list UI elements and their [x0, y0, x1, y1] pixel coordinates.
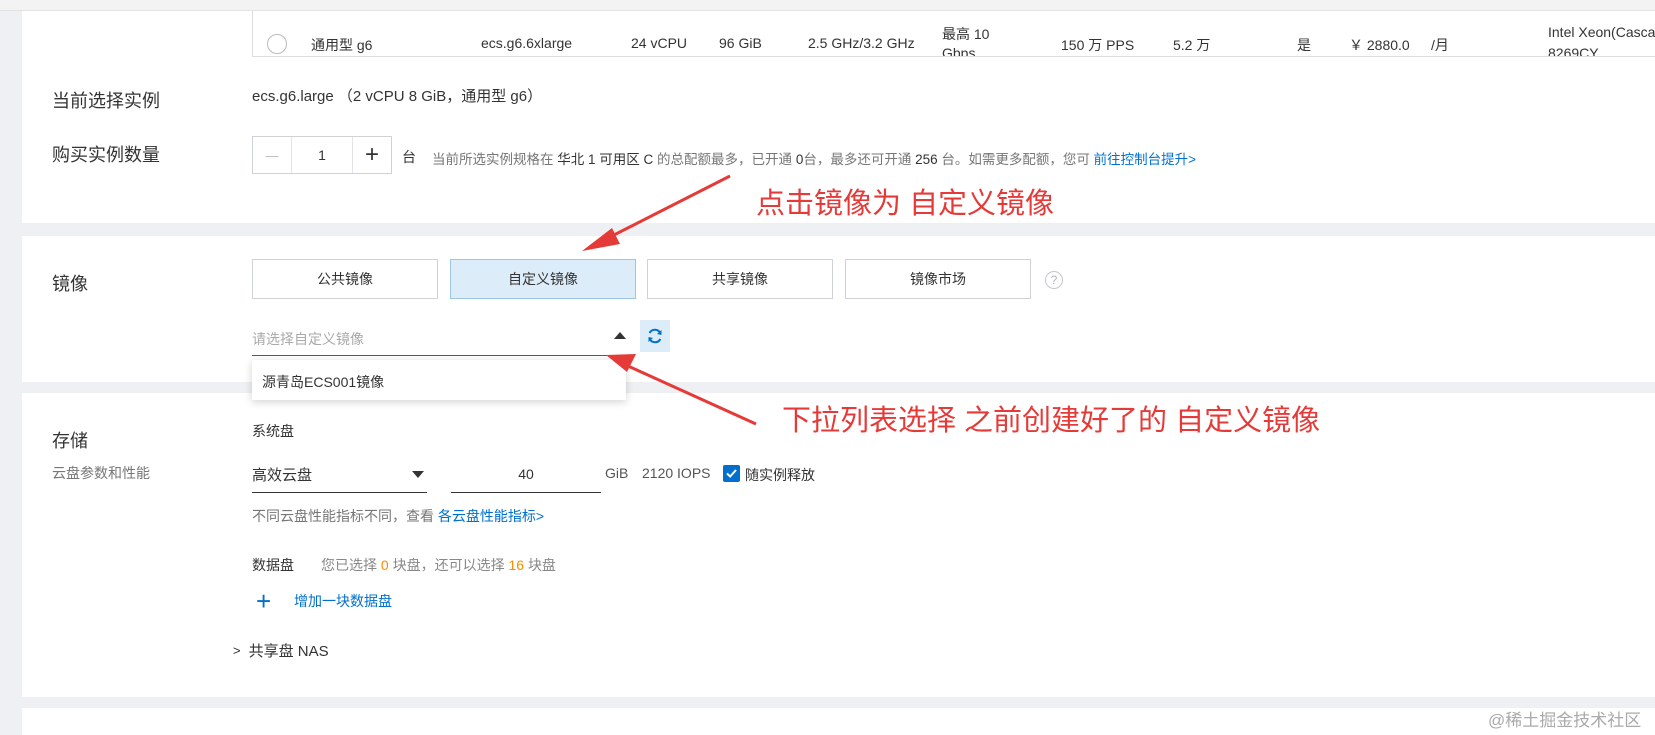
quota-note-b: 的总配额最多，已开通: [657, 152, 793, 167]
disk-type-value: 高效云盘: [252, 467, 313, 484]
cell-memory: 96 GiB: [719, 35, 762, 51]
help-icon[interactable]: ?: [1045, 271, 1063, 289]
bottom-card: [22, 708, 1655, 735]
nas-label: 共享盘 NAS: [248, 643, 329, 660]
cell-cpu-2: 8269CY: [1548, 45, 1599, 57]
data-disk-note-a: 您已选择: [321, 557, 377, 573]
cell-price-unit: /月: [1431, 37, 1449, 53]
data-disk-note: 您已选择 0 块盘，还可以选择 16 块盘: [321, 555, 556, 575]
storage-label: 存储: [52, 431, 88, 451]
add-data-disk-button[interactable]: + 增加一块数据盘: [256, 588, 392, 614]
chevron-right-icon: >: [1188, 152, 1197, 167]
disk-type-select[interactable]: 高效云盘: [252, 455, 427, 493]
release-label: 随实例释放: [745, 467, 815, 483]
quota-zone: 华北 1 可用区 C: [557, 152, 654, 167]
cell-vcpu: 24 vCPU: [631, 35, 688, 51]
quantity-input[interactable]: 1: [292, 137, 352, 173]
data-disk-note-b: 块盘，还可以选择: [392, 557, 505, 573]
release-checkbox[interactable]: [723, 465, 740, 482]
chevron-right-icon: >: [233, 643, 241, 658]
add-data-disk-label: 增加一块数据盘: [294, 593, 392, 609]
custom-image-select[interactable]: 请选择自定义镜像: [252, 318, 630, 356]
disk-perf-note: 不同云盘性能指标不同，查看 各云盘性能指标>: [252, 506, 544, 526]
quota-upgrade-link-text: 前往控制台提升: [1093, 152, 1189, 167]
caret-up-icon: [614, 332, 626, 339]
refresh-button[interactable]: [640, 320, 670, 352]
storage-sublabel: 云盘参数和性能: [52, 465, 150, 481]
cell-spec: ecs.g6.6xlarge: [481, 35, 573, 51]
nas-expander[interactable]: > 共享盘 NAS: [233, 640, 329, 661]
quota-note-c: 台，最多还可开通: [803, 152, 912, 167]
custom-image-dropdown: 源青岛ECS001镜像: [252, 360, 626, 400]
quota-upgrade-link[interactable]: 前往控制台提升>: [1094, 152, 1196, 167]
cell-ipv6: 是: [1297, 37, 1311, 53]
disk-size-input[interactable]: 40: [451, 455, 601, 493]
tab-image-market[interactable]: 镜像市场: [845, 259, 1031, 299]
top-strip: [0, 0, 1655, 11]
quota-note-a: 当前所选实例规格在: [432, 152, 554, 167]
tab-public-image[interactable]: 公共镜像: [252, 259, 438, 299]
check-icon: [726, 469, 737, 478]
quota-note: 当前所选实例规格在 华北 1 可用区 C 的总配额最多，已开通 0台，最多还可开…: [432, 148, 1196, 168]
quantity-stepper: — 1 +: [252, 136, 392, 174]
watermark: @稀土掘金技术社区: [1488, 711, 1642, 730]
custom-image-select-placeholder: 请选择自定义镜像: [252, 331, 364, 347]
quantity-unit: 台: [402, 149, 416, 165]
cell-bandwidth-2: Gbps: [942, 45, 976, 57]
plus-icon: +: [256, 586, 272, 616]
data-disk-label: 数据盘: [252, 557, 294, 573]
quantity-increment-button[interactable]: +: [352, 137, 391, 173]
cell-bandwidth-1: 最高 10: [942, 26, 990, 42]
caret-down-icon: [412, 471, 424, 478]
current-instance-label: 当前选择实例: [52, 91, 160, 111]
annotation-bottom: 下拉列表选择 之前创建好了的 自定义镜像: [782, 405, 1321, 437]
refresh-icon: [648, 328, 662, 344]
data-disk-note-c: 块盘: [527, 557, 556, 573]
disk-perf-link[interactable]: 各云盘性能指标>: [438, 508, 544, 524]
disk-size-unit: GiB: [605, 465, 629, 481]
current-instance-value: ecs.g6.large （2 vCPU 8 GiB，通用型 g6）: [252, 88, 543, 105]
row-radio[interactable]: [267, 34, 287, 54]
tab-shared-image[interactable]: 共享镜像: [647, 259, 833, 299]
quota-note-d: 台。如需更多配额，您可: [941, 152, 1090, 167]
cell-connections: 5.2 万: [1173, 37, 1211, 53]
quantity-label: 购买实例数量: [52, 145, 160, 165]
image-label: 镜像: [52, 274, 88, 294]
cell-family: 通用型 g6: [311, 37, 373, 53]
disk-iops: 2120 IOPS: [642, 465, 711, 481]
data-disk-remaining: 16: [508, 557, 525, 573]
system-disk-label: 系统盘: [252, 423, 294, 439]
cell-price: ￥ 2880.0: [1349, 37, 1410, 53]
dropdown-option[interactable]: 源青岛ECS001镜像: [262, 372, 384, 392]
annotation-top: 点击镜像为 自定义镜像: [756, 188, 1055, 220]
tab-custom-image[interactable]: 自定义镜像: [450, 259, 636, 299]
quota-max: 256: [915, 152, 938, 167]
disk-perf-note-text: 不同云盘性能指标不同，查看: [252, 508, 434, 524]
data-disk-selected: 0: [380, 557, 389, 573]
cell-clock: 2.5 GHz/3.2 GHz: [808, 35, 915, 51]
instance-table-row[interactable]: 通用型 g6 ecs.g6.6xlarge 24 vCPU 96 GiB 2.5…: [252, 11, 1655, 57]
quantity-decrement-button[interactable]: —: [253, 137, 292, 173]
cell-cpu-1: Intel Xeon(Cascade: [1548, 24, 1655, 40]
cell-pps: 150 万 PPS: [1061, 37, 1135, 53]
